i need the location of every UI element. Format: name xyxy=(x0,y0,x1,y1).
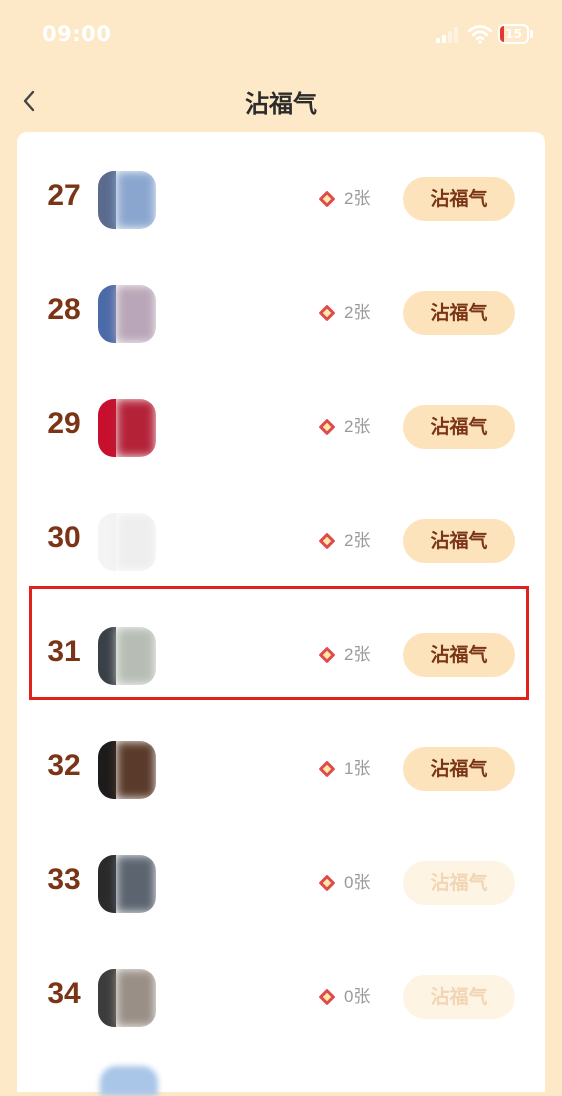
wifi-icon xyxy=(468,25,492,44)
list-item: 30 2张 沾福气 xyxy=(17,488,545,588)
avatar[interactable] xyxy=(98,855,156,913)
page-title: 沾福气 xyxy=(245,90,317,118)
avatar[interactable] xyxy=(98,171,156,229)
status-time: 09:00 xyxy=(42,22,112,46)
fu-card-count: 2张 xyxy=(344,417,371,436)
avatar[interactable] xyxy=(98,513,156,571)
list-item: 27 2张 沾福气 xyxy=(17,146,545,246)
nav-bar: 沾福气 xyxy=(0,72,562,128)
avatar[interactable] xyxy=(98,285,156,343)
battery-icon: 15 xyxy=(498,24,529,44)
fu-card-icon xyxy=(319,761,335,777)
rank-number: 34 xyxy=(47,977,81,1010)
rank-number: 32 xyxy=(47,749,81,782)
avatar[interactable] xyxy=(98,969,156,1027)
fu-card-icon xyxy=(319,191,335,207)
fu-card-icon xyxy=(319,875,335,891)
fu-card-count: 0张 xyxy=(344,873,371,892)
fu-card-icon xyxy=(319,989,335,1005)
get-blessing-button[interactable]: 沾福气 xyxy=(403,861,515,905)
status-bar: 09:00 15 xyxy=(0,0,562,72)
battery-level: 15 xyxy=(505,27,522,41)
fu-card-icon xyxy=(319,305,335,321)
rank-number: 30 xyxy=(47,521,81,554)
rank-number: 27 xyxy=(47,179,81,212)
signal-icon xyxy=(436,26,458,43)
fu-card-count: 2张 xyxy=(344,531,371,550)
fu-card-count: 2张 xyxy=(344,303,371,322)
fu-card-count: 0张 xyxy=(344,987,371,1006)
rank-number: 33 xyxy=(47,863,81,896)
next-row-avatar xyxy=(100,1066,158,1096)
fu-card-icon xyxy=(319,533,335,549)
rank-number: 29 xyxy=(47,407,81,440)
get-blessing-button[interactable]: 沾福气 xyxy=(403,975,515,1019)
avatar[interactable] xyxy=(98,741,156,799)
get-blessing-button[interactable]: 沾福气 xyxy=(403,405,515,449)
get-blessing-button[interactable]: 沾福气 xyxy=(403,291,515,335)
avatar[interactable] xyxy=(98,399,156,457)
battery-nub xyxy=(530,30,533,38)
list-item: 29 2张 沾福气 xyxy=(17,374,545,474)
rank-number: 28 xyxy=(47,293,81,326)
list-item: 33 0张 沾福气 xyxy=(17,830,545,930)
get-blessing-button[interactable]: 沾福气 xyxy=(403,747,515,791)
list-item: 34 0张 沾福气 xyxy=(17,944,545,1044)
get-blessing-button[interactable]: 沾福气 xyxy=(403,177,515,221)
get-blessing-button[interactable]: 沾福气 xyxy=(403,519,515,563)
fu-card-icon xyxy=(319,419,335,435)
highlight-box xyxy=(29,586,529,700)
fu-card-count: 1张 xyxy=(344,759,371,778)
list-item: 32 1张 沾福气 xyxy=(17,716,545,816)
list-item: 28 2张 沾福气 xyxy=(17,260,545,360)
fu-card-count: 2张 xyxy=(344,189,371,208)
